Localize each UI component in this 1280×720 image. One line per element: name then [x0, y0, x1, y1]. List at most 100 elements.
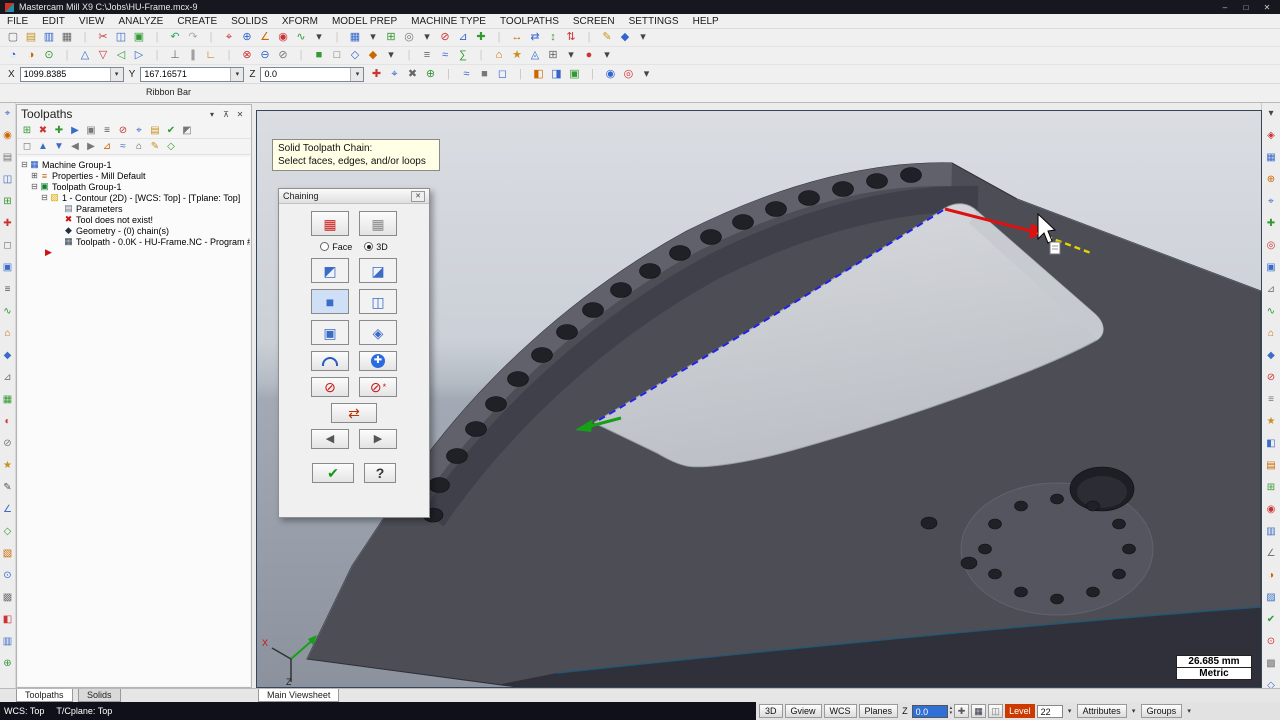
panel-pin-button[interactable]: ⊼ [219, 110, 233, 119]
chevron-down-icon[interactable]: ▾ [1129, 707, 1139, 715]
toolbar-icon[interactable]: ✎ [598, 29, 616, 46]
planes-button[interactable]: Planes [859, 704, 899, 718]
solid-select-button[interactable]: ◫ [359, 289, 397, 314]
chevron-down-icon[interactable]: ▾ [350, 68, 363, 81]
unselect-button[interactable]: ⊘ [311, 377, 349, 397]
menu-item[interactable]: SETTINGS [622, 14, 686, 29]
tool-icon[interactable]: ▣ [1266, 257, 1275, 279]
face-radio[interactable]: Face [320, 242, 352, 252]
toolbar-icon[interactable]: ◆ [364, 47, 382, 64]
toolbar-icon[interactable]: ⊗ [238, 47, 256, 64]
menu-item[interactable]: HELP [686, 14, 726, 29]
toolbar-icon[interactable]: ▾ [418, 29, 436, 46]
toolbar-icon[interactable]: ◬ [526, 47, 544, 64]
wcs-button[interactable]: WCS [824, 704, 857, 718]
toolbar-icon[interactable]: | [202, 29, 220, 46]
toolbar-icon[interactable]: ✖ [403, 66, 421, 83]
tool-icon[interactable]: ⊕ [3, 653, 11, 675]
tool-icon[interactable]: ★ [3, 455, 12, 477]
panel-toolbar-icon[interactable]: ◻ [19, 138, 35, 155]
tool-icon[interactable]: ⊕ [1267, 169, 1275, 191]
tree-expander-icon[interactable]: ⊟ [30, 182, 39, 191]
toolbar-icon[interactable]: ★ [508, 47, 526, 64]
help-button[interactable]: ? [364, 463, 396, 483]
tool-icon[interactable]: ◉ [1267, 499, 1276, 521]
toolbar-icon[interactable]: ◎ [400, 29, 418, 46]
x-coordinate-input[interactable]: 1099.8385 ▾ [20, 67, 124, 82]
toolbar-icon[interactable]: ▣ [565, 66, 583, 83]
toolbar-icon[interactable]: ↔ [508, 29, 526, 46]
tool-icon[interactable]: ▤ [3, 147, 12, 169]
tool-icon[interactable]: ✚ [1267, 213, 1275, 235]
attributes-button[interactable]: Attributes [1077, 704, 1127, 718]
toolbar-icon[interactable]: ◑ [22, 47, 40, 64]
toolbar-icon[interactable]: ▾ [562, 47, 580, 64]
tree-item[interactable]: ⊟ ▣ Toolpath Group-1 [18, 181, 250, 192]
tool-icon[interactable]: ✔ [1267, 609, 1275, 631]
tool-icon[interactable]: ∠ [3, 499, 12, 521]
toolbar-icon[interactable]: ∑ [454, 47, 472, 64]
toolbar-icon[interactable]: ▦ [346, 29, 364, 46]
panel-toolbar-icon[interactable]: ◩ [179, 122, 195, 139]
tree-expander-icon[interactable]: ⊟ [20, 160, 29, 169]
tool-icon[interactable]: ▦ [3, 389, 12, 411]
panel-toolbar-icon[interactable]: ▣ [83, 122, 99, 139]
toolbar-icon[interactable]: ▾ [637, 66, 655, 83]
panel-toolbar-icon[interactable]: ◇ [163, 138, 179, 155]
toolbar-icon[interactable]: ◉ [601, 66, 619, 83]
tool-icon[interactable]: ▾ [1268, 103, 1273, 125]
toolbar-icon[interactable]: ▾ [598, 47, 616, 64]
menu-item[interactable]: VIEW [72, 14, 112, 29]
toolbar-icon[interactable]: ↷ [184, 29, 202, 46]
panel-toolbar-icon[interactable]: ⊞ [19, 122, 35, 139]
level-value-combo[interactable]: 22 [1037, 705, 1063, 718]
panel-toolbar-icon[interactable]: ✚ [51, 122, 67, 139]
tool-icon[interactable]: ≡ [5, 279, 11, 301]
toolbar-icon[interactable]: ▦ [58, 29, 76, 46]
panel-toolbar-icon[interactable]: ⌂ [131, 138, 147, 155]
toolbar-icon[interactable]: | [58, 47, 76, 64]
chevron-down-icon[interactable]: ▾ [230, 68, 243, 81]
panel-toolbar-icon[interactable]: ▶ [83, 138, 99, 155]
tool-icon[interactable]: ◧ [1266, 433, 1275, 455]
tool-icon[interactable]: ⊿ [3, 367, 11, 389]
toolbar-icon[interactable]: ◆ [616, 29, 634, 46]
chaining-dialog-titlebar[interactable]: Chaining ✕ [279, 189, 429, 204]
tool-icon[interactable]: ≡ [1268, 389, 1274, 411]
tool-icon[interactable]: ◉ [3, 125, 12, 147]
minimize-button[interactable]: – [1217, 3, 1233, 12]
toolbar-icon[interactable]: ✚ [367, 66, 385, 83]
toolbar-icon[interactable]: | [220, 47, 238, 64]
unselect-all-button[interactable]: ⊘ * [359, 377, 397, 397]
toolbar-icon[interactable]: | [472, 47, 490, 64]
toolbar-icon[interactable]: ≈ [457, 66, 475, 83]
menu-item[interactable]: ANALYZE [111, 14, 170, 29]
panel-close-button[interactable]: ✕ [233, 110, 247, 119]
spinner-down-icon[interactable]: ▾ [950, 711, 953, 716]
toolbar-icon[interactable]: ⊥ [166, 47, 184, 64]
solid-select-button[interactable]: ◈ [359, 320, 397, 345]
tree-item[interactable]: ▤ Parameters [18, 203, 250, 214]
tree-item[interactable]: ⊟ ▨ 1 - Contour (2D) - [WCS: Top] - [Tpl… [18, 192, 250, 203]
menu-item[interactable]: XFORM [275, 14, 325, 29]
toolbar-icon[interactable]: | [400, 47, 418, 64]
toolbar-icon[interactable]: | [292, 47, 310, 64]
menu-item[interactable]: EDIT [35, 14, 72, 29]
tab-main-viewsheet[interactable]: Main Viewsheet [258, 689, 339, 702]
tool-icon[interactable]: ▦ [1266, 147, 1275, 169]
toolbar-icon[interactable]: ⌖ [385, 66, 403, 83]
solid-select-button[interactable]: ◩ [311, 258, 349, 283]
panel-toolbar-icon[interactable]: ▤ [147, 122, 163, 139]
tree-item[interactable]: ▦ Toolpath - 0.0K - HU-Frame.NC - Progra… [18, 236, 250, 247]
toolbar-icon[interactable]: ≈ [436, 47, 454, 64]
solid-select-button[interactable]: ▣ [311, 320, 349, 345]
toolbar-icon[interactable]: | [328, 29, 346, 46]
tool-icon[interactable]: ⊞ [3, 191, 11, 213]
menu-item[interactable]: MODEL PREP [325, 14, 404, 29]
tool-icon[interactable]: ∿ [3, 301, 11, 323]
toolbar-icon[interactable]: ∟ [202, 47, 220, 64]
3d-radio[interactable]: 3D [364, 242, 388, 252]
toolbar-icon[interactable]: ▾ [310, 29, 328, 46]
tool-icon[interactable]: ◻ [3, 235, 11, 257]
tool-icon[interactable]: ⌖ [5, 103, 11, 125]
